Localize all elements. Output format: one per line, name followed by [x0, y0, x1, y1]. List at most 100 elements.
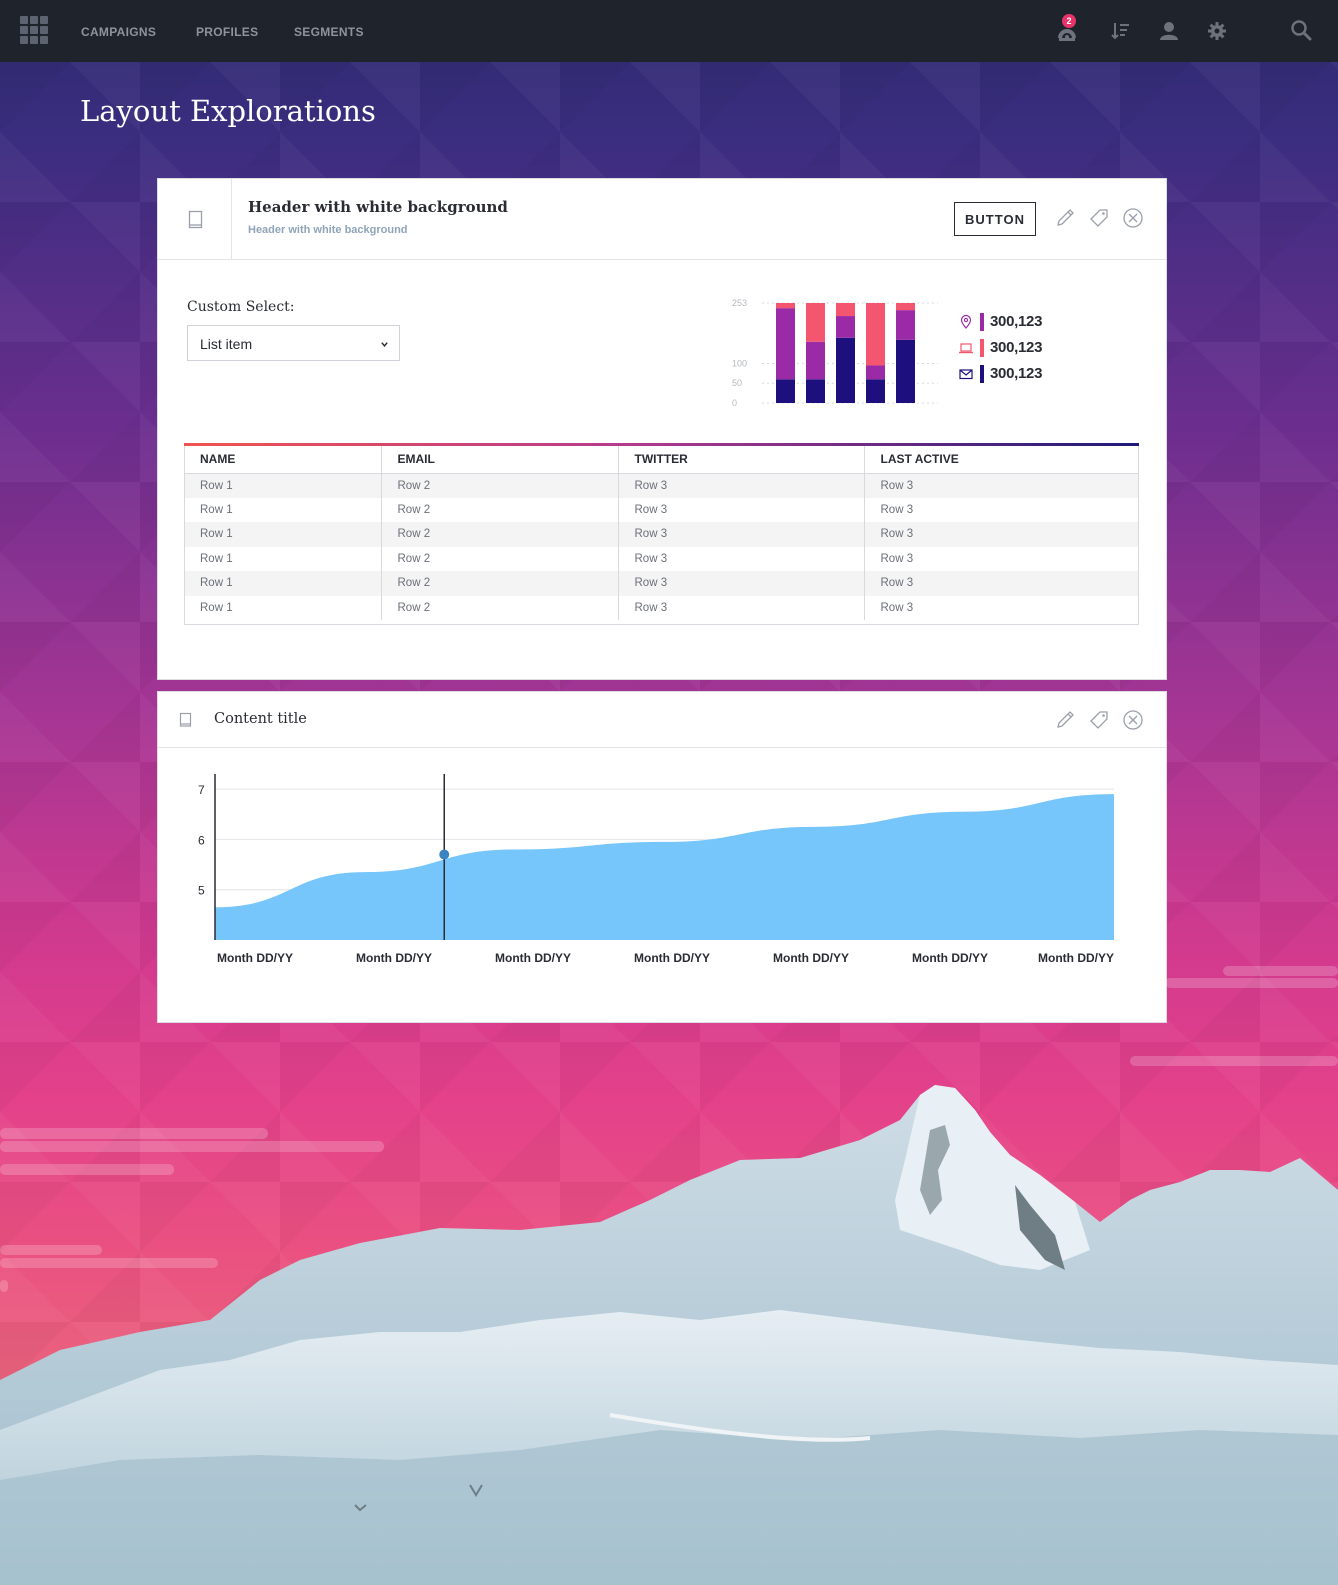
hover-point: [439, 849, 450, 860]
bar-segment: [806, 341, 825, 380]
table-cell: Row 3: [880, 601, 914, 614]
bar-segment: [836, 303, 855, 317]
bar-segment: [866, 303, 885, 366]
bar-segment: [866, 379, 885, 403]
y-tick-label: 253: [732, 298, 747, 308]
table-cell: Row 2: [381, 546, 619, 571]
select-value: List item: [200, 336, 253, 352]
table-cell: Row 1: [184, 473, 382, 498]
custom-select-dropdown[interactable]: List item: [187, 325, 400, 361]
y-tick-label: 100: [732, 358, 747, 368]
pencil-icon[interactable]: [1054, 709, 1076, 731]
table-cell: Row 2: [381, 497, 619, 522]
legend-item-location: 300,123: [958, 311, 1078, 337]
legend-swatch: [980, 313, 984, 331]
table-row[interactable]: Row 1 Row 2 Row 3 Row 3: [184, 595, 1139, 620]
tag-icon[interactable]: [1088, 207, 1110, 229]
table-header-row: NAME EMAIL TWITTER LAST ACTIVE: [184, 446, 1139, 474]
area-chart: 567Month DD/YY Month DD/YY Month DD/YY Mont…: [198, 774, 1114, 965]
legend-item-mail: 300,123: [958, 363, 1078, 389]
primary-button[interactable]: BUTTON: [954, 202, 1036, 236]
table-cell: Row 2: [381, 571, 619, 596]
nav-link-profiles[interactable]: PROFILES: [196, 25, 258, 39]
table-cell: Row 3: [618, 546, 865, 571]
table-cell: Row 3: [618, 595, 865, 620]
bar-segment: [806, 303, 825, 342]
bar-segment: [776, 303, 795, 309]
chevron-down-icon: [381, 342, 388, 347]
pencil-icon[interactable]: [1054, 207, 1076, 229]
y-tick-label: 7: [198, 783, 205, 797]
card-header: Content title: [158, 692, 1166, 748]
table-cell: Row 1: [184, 522, 382, 547]
table-row[interactable]: Row 1 Row 2 Row 3 Row 3: [184, 473, 1139, 498]
close-circle-icon[interactable]: [1122, 709, 1144, 731]
chart-legend: 300,123 300,123 300,123: [958, 311, 1078, 389]
table-row[interactable]: Row 1 Row 2 Row 3 Row 3: [184, 497, 1139, 522]
table-cell: Row 2: [381, 473, 619, 498]
table-cell: Row 1: [184, 497, 382, 522]
table-row[interactable]: Row 1 Row 2 Row 3 Row 3: [184, 571, 1139, 596]
card-header: Header with white background Header with…: [158, 179, 1166, 260]
notification-badge: 2: [1062, 14, 1076, 28]
location-pin-icon: [960, 314, 972, 329]
nav-link-campaigns[interactable]: CAMPAIGNS: [81, 25, 156, 39]
bar-segment: [866, 365, 885, 380]
column-header-twitter[interactable]: TWITTER: [618, 446, 865, 474]
legend-swatch: [980, 339, 984, 357]
column-header-name[interactable]: NAME: [184, 446, 382, 474]
area-series: [215, 794, 1114, 940]
bar-segment: [836, 337, 855, 403]
tag-icon[interactable]: [1088, 709, 1110, 731]
bar-segment: [836, 316, 855, 338]
table-cell: Row 3: [880, 503, 914, 516]
table-cell: Row 3: [880, 552, 914, 565]
table-cell: Row 3: [618, 571, 865, 596]
top-navbar: CAMPAIGNS PROFILES SEGMENTS 2: [0, 0, 1338, 62]
card-subtitle: Header with white background: [248, 224, 408, 236]
table-row[interactable]: Row 1 Row 2 Row 3 Row 3: [184, 522, 1139, 547]
card-title: Content title: [214, 711, 307, 727]
nav-link-segments[interactable]: SEGMENTS: [294, 25, 364, 39]
legend-value: 300,123: [990, 365, 1043, 382]
table-cell: Row 1: [184, 595, 382, 620]
page-title: Layout Explorations: [80, 94, 376, 128]
table-cell: Row 3: [864, 522, 1139, 547]
table-cell: Row 3: [618, 522, 865, 547]
bar-segment: [896, 339, 915, 403]
laptop-icon: [959, 343, 973, 354]
bar-segment: [806, 379, 825, 403]
table-cell: Row 2: [381, 522, 619, 547]
bar-segment: [896, 303, 915, 311]
close-circle-icon[interactable]: [1122, 207, 1144, 229]
mountain-illustration: [0, 966, 1338, 1585]
column-header-email[interactable]: EMAIL: [381, 446, 619, 474]
table-cell: Row 3: [864, 571, 1139, 596]
bar-segment: [896, 310, 915, 340]
card-title: Header with white background: [248, 198, 508, 216]
legend-value: 300,123: [990, 339, 1043, 356]
table-cell: Row 2: [381, 595, 619, 620]
bar-segment: [776, 379, 795, 403]
gear-icon[interactable]: [1206, 20, 1228, 42]
card-icon-box: [158, 179, 232, 259]
apps-grid-icon[interactable]: [20, 16, 48, 44]
card-white-header: Header with white background Header with…: [157, 178, 1167, 680]
table-cell: Row 3: [864, 473, 1139, 498]
stacked-bar-chart: 0 50 100 253: [732, 298, 938, 408]
select-label: Custom Select:: [187, 299, 295, 315]
table-cell: Row 1: [184, 546, 382, 571]
table-cell: Row 1: [184, 571, 382, 596]
y-tick-label: 6: [198, 833, 205, 847]
y-tick-label: 5: [198, 884, 205, 898]
table-row[interactable]: Row 1 Row 2 Row 3 Row 3: [184, 546, 1139, 571]
sort-icon[interactable]: [1110, 20, 1132, 42]
search-icon[interactable]: [1290, 19, 1312, 41]
legend-swatch: [980, 365, 984, 383]
user-icon[interactable]: [1158, 20, 1180, 42]
legend-item-laptop: 300,123: [958, 337, 1078, 363]
book-icon: [188, 210, 203, 229]
data-table: NAME EMAIL TWITTER LAST ACTIVE Row 1 Row …: [184, 446, 1139, 620]
column-header-last-active[interactable]: LAST ACTIVE: [864, 446, 1139, 474]
bar-segment: [776, 308, 795, 380]
